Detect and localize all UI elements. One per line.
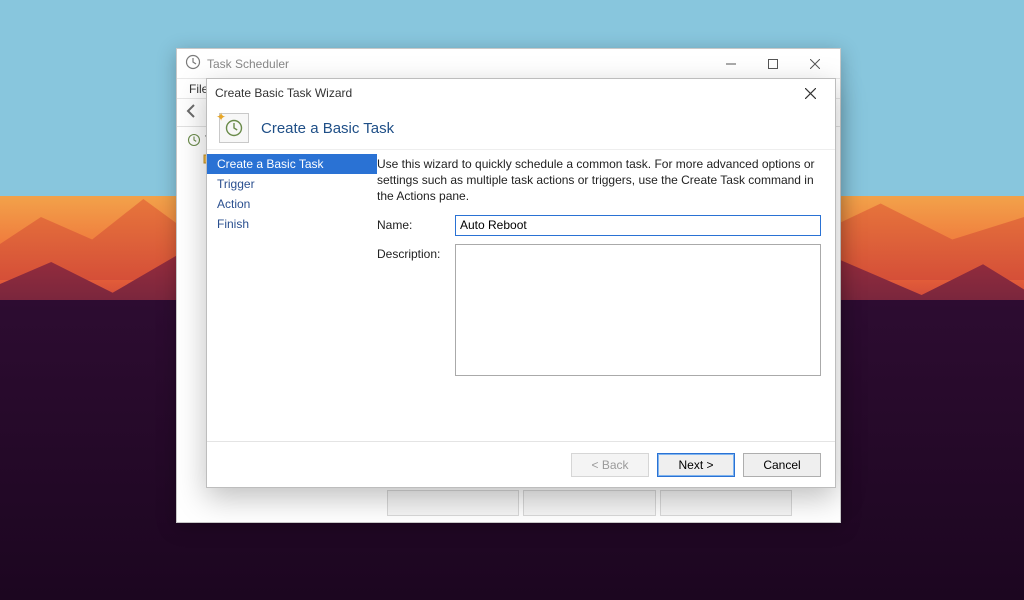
next-button[interactable]: Next > [657, 453, 735, 477]
wizard-button-row: < Back Next > Cancel [207, 441, 835, 487]
description-label: Description: [377, 244, 455, 261]
window-title: Task Scheduler [207, 57, 289, 71]
task-name-input[interactable] [455, 215, 821, 236]
app-icon [185, 54, 201, 73]
wizard-step-action[interactable]: Action [207, 194, 377, 214]
back-button: < Back [571, 453, 649, 477]
minimize-button[interactable] [710, 49, 752, 78]
maximize-button[interactable] [752, 49, 794, 78]
sparkle-icon: ✦ [216, 110, 226, 124]
close-icon [805, 88, 816, 99]
tab-stub[interactable] [387, 490, 519, 516]
dialog-heading: Create a Basic Task [261, 120, 394, 137]
tab-stub[interactable] [523, 490, 655, 516]
wizard-step-create[interactable]: Create a Basic Task [207, 154, 377, 174]
bottom-tab-stubs [387, 490, 792, 516]
wizard-step-trigger[interactable]: Trigger [207, 174, 377, 194]
wizard-step-list: Create a Basic Task Trigger Action Finis… [207, 150, 377, 441]
tab-stub[interactable] [660, 490, 792, 516]
dialog-title: Create Basic Task Wizard [215, 86, 352, 100]
dialog-close-button[interactable] [793, 80, 827, 106]
nav-back-icon[interactable] [183, 102, 201, 123]
close-button[interactable] [794, 49, 836, 78]
titlebar[interactable]: Task Scheduler [177, 49, 840, 79]
dialog-header: ✦ Create a Basic Task [207, 107, 835, 149]
wizard-header-icon: ✦ [219, 113, 249, 143]
task-description-input[interactable] [455, 244, 821, 376]
wizard-step-finish[interactable]: Finish [207, 214, 377, 234]
name-label: Name: [377, 215, 455, 232]
clock-icon [187, 133, 201, 147]
wizard-intro-text: Use this wizard to quickly schedule a co… [377, 156, 821, 205]
wizard-content: Use this wizard to quickly schedule a co… [377, 150, 835, 441]
dialog-titlebar[interactable]: Create Basic Task Wizard [207, 79, 835, 107]
clock-icon [224, 118, 244, 138]
create-basic-task-wizard: Create Basic Task Wizard ✦ Create a Basi… [206, 78, 836, 488]
cancel-button[interactable]: Cancel [743, 453, 821, 477]
